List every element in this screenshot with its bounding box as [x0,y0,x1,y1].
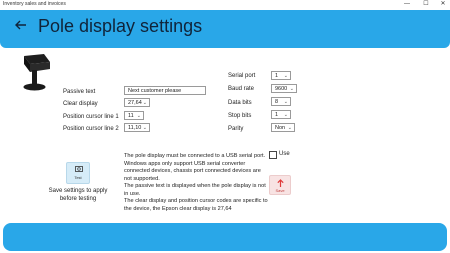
chevron-down-icon: ⌄ [142,125,147,131]
chevron-down-icon: ⌄ [283,99,288,105]
info-text: The pole display must be connected to a … [124,153,269,213]
cursor-line1-value: 11 [128,113,134,119]
serial-port-select[interactable]: 1 ⌄ [271,71,291,80]
cursor-line1-select[interactable]: 11 ⌄ [124,111,144,120]
info-paragraph: The pole display must be connected to a … [124,153,266,159]
chevron-down-icon: ⌄ [283,73,288,79]
maximize-button[interactable]: ☐ [419,0,433,10]
minimize-button[interactable]: — [400,0,414,10]
parity-select[interactable]: Non ⌄ [271,123,295,132]
chevron-down-icon: ⌄ [136,113,141,119]
save-button[interactable]: Save [269,175,291,195]
data-bits-label: Data bits [228,100,252,106]
stop-bits-select[interactable]: 1 ⌄ [271,110,291,119]
parity-label: Parity [228,126,244,132]
use-checkbox[interactable] [269,151,277,159]
save-button-label: Save [275,188,285,193]
stop-bits-label: Stop bits [228,113,252,119]
chevron-down-icon: ⌄ [287,125,292,131]
info-paragraph: The passive text is displayed when the p… [124,183,266,197]
cursor-line1-label: Position cursor line 1 [63,114,119,120]
clear-display-select[interactable]: 27,64 ⌄ [124,98,150,107]
chevron-down-icon: ⌄ [142,100,147,106]
chevron-down-icon: ⌄ [283,112,288,118]
cursor-line2-select[interactable]: 11,10 ⌄ [124,123,150,132]
arrow-up-icon [277,179,284,187]
test-button[interactable]: Test [66,162,90,184]
page-title: Pole display settings [38,16,203,36]
use-checkbox-label: Use [279,151,290,157]
clear-display-label: Clear display [63,101,98,107]
cursor-line2-label: Position cursor line 2 [63,126,119,132]
pole-display-image [18,52,54,92]
clear-display-value: 27,64 [128,100,142,106]
window-titlebar: Inventory sales and invoices — ☐ ✕ [0,0,450,10]
info-paragraph: The clear display and position cursor co… [124,198,268,212]
app-title: Inventory sales and invoices [3,1,66,7]
cursor-line2-value: 11,10 [128,125,142,131]
serial-port-value: 1 [275,73,279,79]
serial-port-label: Serial port [228,73,256,79]
passive-text-input[interactable]: Next customer please [124,86,206,95]
parity-value: Non [275,125,286,131]
test-icon [75,166,83,172]
chevron-down-icon: ⌄ [289,86,294,92]
test-button-label: Test [74,175,82,180]
data-bits-value: 8 [275,99,279,105]
data-bits-select[interactable]: 8 ⌄ [271,97,291,106]
info-paragraph: Windows apps only support USB serial con… [124,160,261,182]
close-button[interactable]: ✕ [436,0,450,10]
arrow-left-icon [15,20,26,30]
save-hint: Save settings to apply before testing [48,188,108,202]
passive-text-label: Passive text [63,89,96,95]
stop-bits-value: 1 [275,112,279,118]
baud-rate-select[interactable]: 9600 ⌄ [271,84,297,93]
back-button[interactable] [14,18,27,33]
footer-bar [3,223,447,251]
baud-rate-value: 9600 [275,86,288,92]
baud-rate-label: Baud rate [228,86,255,92]
